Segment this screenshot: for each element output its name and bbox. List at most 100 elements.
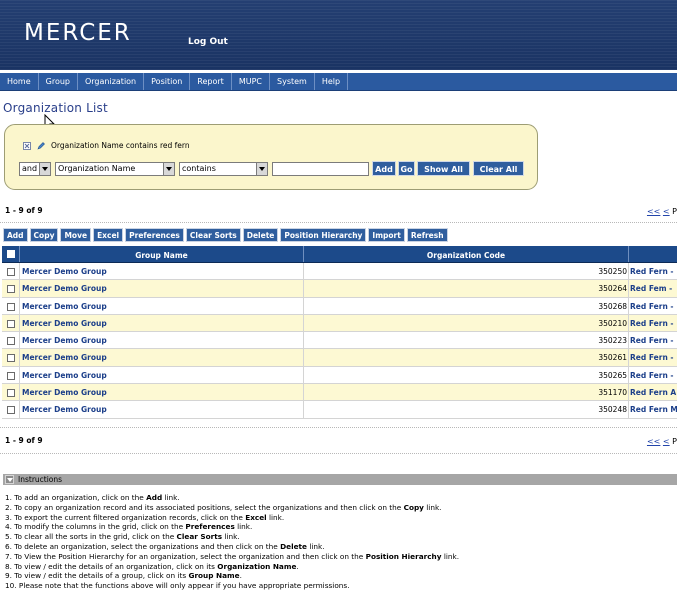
row-checkbox[interactable] [7, 285, 15, 294]
edit-filter-icon[interactable] [37, 141, 45, 150]
row-checkbox[interactable] [7, 337, 15, 346]
group-name-link[interactable]: Mercer Demo Group [20, 297, 304, 314]
remove-filter-icon[interactable] [23, 141, 31, 150]
group-name-link[interactable]: Mercer Demo Group [20, 332, 304, 349]
nav-item-report[interactable]: Report [190, 73, 232, 90]
grid-toolbar: Add Copy Move Excel Preferences Clear So… [3, 228, 448, 242]
instructions-title: Instructions [18, 475, 63, 484]
show-all-button[interactable]: Show All [417, 161, 470, 176]
nav-item-system[interactable]: System [270, 73, 315, 90]
import-button[interactable]: Import [368, 228, 405, 242]
select-all-cell [2, 246, 20, 262]
excel-button[interactable]: Excel [93, 228, 124, 242]
copy-button[interactable]: Copy [29, 228, 59, 242]
move-button[interactable]: Move [60, 228, 92, 242]
field-select-value: Organization Name [58, 164, 136, 173]
group-name-link[interactable]: Mercer Demo Group [20, 384, 304, 401]
go-button[interactable]: Go [398, 161, 415, 176]
nav-item-home[interactable]: Home [0, 73, 39, 90]
pager-tail: P [669, 437, 677, 446]
row-select-cell [2, 332, 20, 349]
logic-select[interactable]: and [19, 162, 51, 176]
organization-name-link[interactable]: Red Fem - [629, 280, 677, 296]
row-select-cell [2, 366, 20, 384]
column-header-group-name[interactable]: Group Name [20, 246, 304, 262]
instruction-keyword: Delete [280, 541, 307, 551]
clear-all-button[interactable]: Clear All [473, 161, 524, 176]
divider [0, 453, 677, 454]
organization-name-link[interactable]: Red Fern - [629, 263, 677, 279]
clear-sorts-button[interactable]: Clear Sorts [185, 228, 241, 242]
refresh-button[interactable]: Refresh [406, 228, 448, 242]
instruction-text: 5. To clear all the sorts in the grid, c… [5, 532, 177, 542]
row-checkbox[interactable] [7, 371, 15, 380]
group-name-link[interactable]: Mercer Demo Group [20, 314, 304, 332]
first-page-link[interactable]: << [647, 437, 660, 446]
row-checkbox[interactable] [7, 389, 15, 398]
main-nav: Home Group Organization Position Report … [0, 73, 677, 91]
instruction-text: link. [222, 532, 240, 542]
instruction-item: 1. To add an organization, click on the … [5, 493, 677, 503]
filter-summary: Organization Name contains red fern [23, 141, 190, 150]
field-select[interactable]: Organization Name [55, 162, 175, 176]
prev-page-link[interactable]: < [663, 437, 670, 446]
position-hierarchy-button[interactable]: Position Hierarchy [280, 228, 367, 242]
organization-name-link[interactable]: Red Fern A [629, 384, 677, 400]
record-count-top: 1 - 9 of 9 [5, 206, 43, 215]
column-header-organization-code[interactable]: Organization Code [304, 246, 629, 262]
organization-name-link[interactable]: Red Fern - [629, 315, 677, 331]
column-header-organization-name[interactable] [629, 246, 677, 262]
select-all-checkbox[interactable] [7, 250, 15, 258]
organization-code: 350264 [304, 280, 629, 297]
collapse-toggle-icon[interactable] [5, 475, 14, 484]
instruction-text: 4. To modify the columns in the grid, cl… [5, 522, 186, 532]
prev-page-link[interactable]: < [663, 207, 670, 216]
add-button[interactable]: Add [3, 228, 28, 242]
pager-tail: P [669, 207, 677, 216]
table-row: Mercer Demo Group 351170 Red Fern A [2, 384, 677, 402]
row-checkbox[interactable] [7, 406, 15, 415]
table-row: Mercer Demo Group 350248 Red Fern M [2, 401, 677, 419]
nav-item-position[interactable]: Position [144, 73, 191, 90]
instruction-text: . [296, 561, 299, 571]
table-row: Mercer Demo Group 350223 Red Fern - [2, 332, 677, 350]
organization-code: 350223 [304, 332, 629, 349]
first-page-link[interactable]: << [647, 207, 660, 216]
operator-select[interactable]: contains [179, 162, 268, 176]
group-name-link[interactable]: Mercer Demo Group [20, 263, 304, 280]
organization-name-link[interactable]: Red Fern - [629, 349, 677, 365]
row-checkbox[interactable] [7, 354, 15, 363]
organization-name-link[interactable]: Red Fern M [629, 401, 677, 417]
organization-code: 350265 [304, 366, 629, 384]
group-name-link[interactable]: Mercer Demo Group [20, 280, 304, 297]
nav-item-mupc[interactable]: MUPC [232, 73, 270, 90]
filter-value-input[interactable] [272, 162, 369, 176]
nav-item-help[interactable]: Help [315, 73, 349, 90]
instruction-item: 4. To modify the columns in the grid, cl… [5, 522, 677, 532]
logout-link[interactable]: Log Out [188, 37, 228, 47]
group-name-link[interactable]: Mercer Demo Group [20, 349, 304, 366]
grid-header: Group Name Organization Code [2, 246, 677, 263]
row-checkbox[interactable] [7, 302, 15, 311]
group-name-link[interactable]: Mercer Demo Group [20, 401, 304, 418]
row-select-cell [2, 349, 20, 366]
organization-name-link[interactable]: Red Fern - [629, 367, 677, 383]
instruction-item: 7. To View the Position Hierarchy for an… [5, 552, 677, 562]
instructions-header[interactable]: Instructions [3, 474, 677, 485]
row-checkbox[interactable] [7, 319, 15, 328]
nav-item-organization[interactable]: Organization [78, 73, 145, 90]
pager-bottom: << < P [647, 437, 677, 446]
organization-name-link[interactable]: Red Fern - [629, 332, 677, 348]
instruction-text: link. [423, 502, 442, 512]
preferences-button[interactable]: Preferences [125, 228, 184, 242]
instruction-text: 8. To view / edit the details of an orga… [5, 561, 218, 571]
group-name-link[interactable]: Mercer Demo Group [20, 366, 304, 384]
row-select-cell [2, 263, 20, 280]
nav-item-group[interactable]: Group [39, 73, 78, 90]
row-checkbox[interactable] [7, 268, 15, 276]
instruction-item: 6. To delete an organization, select the… [5, 542, 677, 552]
filter-add-button[interactable]: Add [372, 161, 396, 176]
delete-button[interactable]: Delete [242, 228, 279, 242]
instruction-text: link. [266, 512, 285, 522]
organization-name-link[interactable]: Red Fern - [629, 298, 677, 314]
